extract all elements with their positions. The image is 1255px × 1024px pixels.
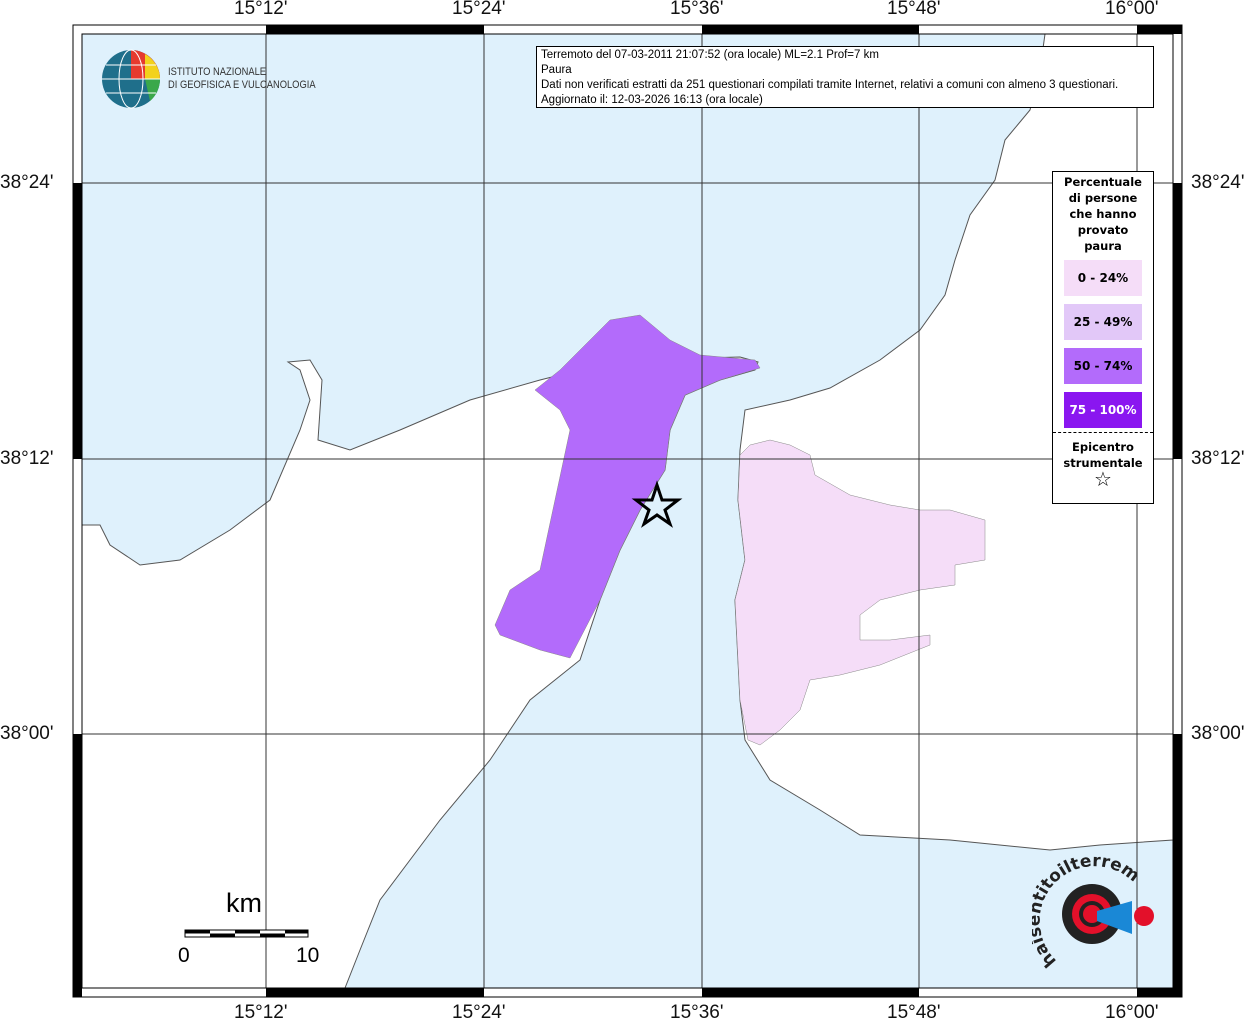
update-time: Aggiornato il: 12-03-2026 16:13 (ora loc… bbox=[541, 94, 763, 106]
map-parameter: Paura bbox=[541, 64, 572, 76]
legend-class-0-24: 0 - 24% bbox=[1064, 260, 1142, 296]
lon-tick-bottom: 15°48' bbox=[887, 1002, 941, 1023]
lon-tick-bottom: 15°24' bbox=[452, 1002, 506, 1023]
legend-title: Percentuale di persone che hanno provato… bbox=[1064, 175, 1142, 253]
lon-tick-bottom: 16°00' bbox=[1105, 1002, 1159, 1023]
haisentito-logo: haisentitoilterremoto.it www. bbox=[1032, 856, 1154, 971]
lat-tick-right: 38°24' bbox=[1191, 172, 1245, 193]
globe-icon bbox=[102, 49, 161, 109]
legend-class-75-100: 75 - 100% bbox=[1064, 392, 1142, 428]
lat-tick-left: 38°12' bbox=[0, 448, 54, 469]
scale-min: 0 bbox=[178, 944, 190, 967]
lat-tick-right: 38°00' bbox=[1191, 723, 1245, 744]
lon-tick-top: 15°24' bbox=[452, 0, 506, 19]
legend-class-50-74: 50 - 74% bbox=[1064, 348, 1142, 384]
event-title: Terremoto del 07-03-2011 21:07:52 (ora l… bbox=[541, 49, 879, 61]
lon-tick-top: 16°00' bbox=[1105, 0, 1159, 19]
lon-tick-top: 15°36' bbox=[670, 0, 724, 19]
lon-tick-top: 15°12' bbox=[234, 0, 288, 19]
scale-bar bbox=[184, 929, 309, 938]
lon-tick-bottom: 15°12' bbox=[234, 1002, 288, 1023]
lat-tick-left: 38°00' bbox=[0, 723, 54, 744]
scale-max: 10 bbox=[296, 944, 320, 967]
legend: Percentuale di persone che hanno provato… bbox=[1052, 171, 1154, 504]
legend-star-icon: ☆ bbox=[1094, 467, 1112, 491]
lon-tick-top: 15°48' bbox=[887, 0, 941, 19]
scale-unit: km bbox=[226, 888, 262, 918]
lat-tick-right: 38°12' bbox=[1191, 448, 1245, 469]
data-disclaimer: Dati non verificati estratti da 251 ques… bbox=[541, 79, 1119, 91]
lat-tick-left: 38°24' bbox=[0, 172, 54, 193]
logo-line-1: ISTITUTO NAZIONALE bbox=[168, 66, 267, 78]
lon-tick-bottom: 15°36' bbox=[670, 1002, 724, 1023]
legend-class-25-49: 25 - 49% bbox=[1064, 304, 1142, 340]
ingv-logo: ISTITUTO NAZIONALE DI GEOFISICA E VULCANO… bbox=[100, 48, 342, 110]
event-info-box: Terremoto del 07-03-2011 21:07:52 (ora l… bbox=[536, 46, 1154, 108]
logo-line-2: DI GEOFISICA E VULCANOLOGIA bbox=[168, 79, 316, 91]
